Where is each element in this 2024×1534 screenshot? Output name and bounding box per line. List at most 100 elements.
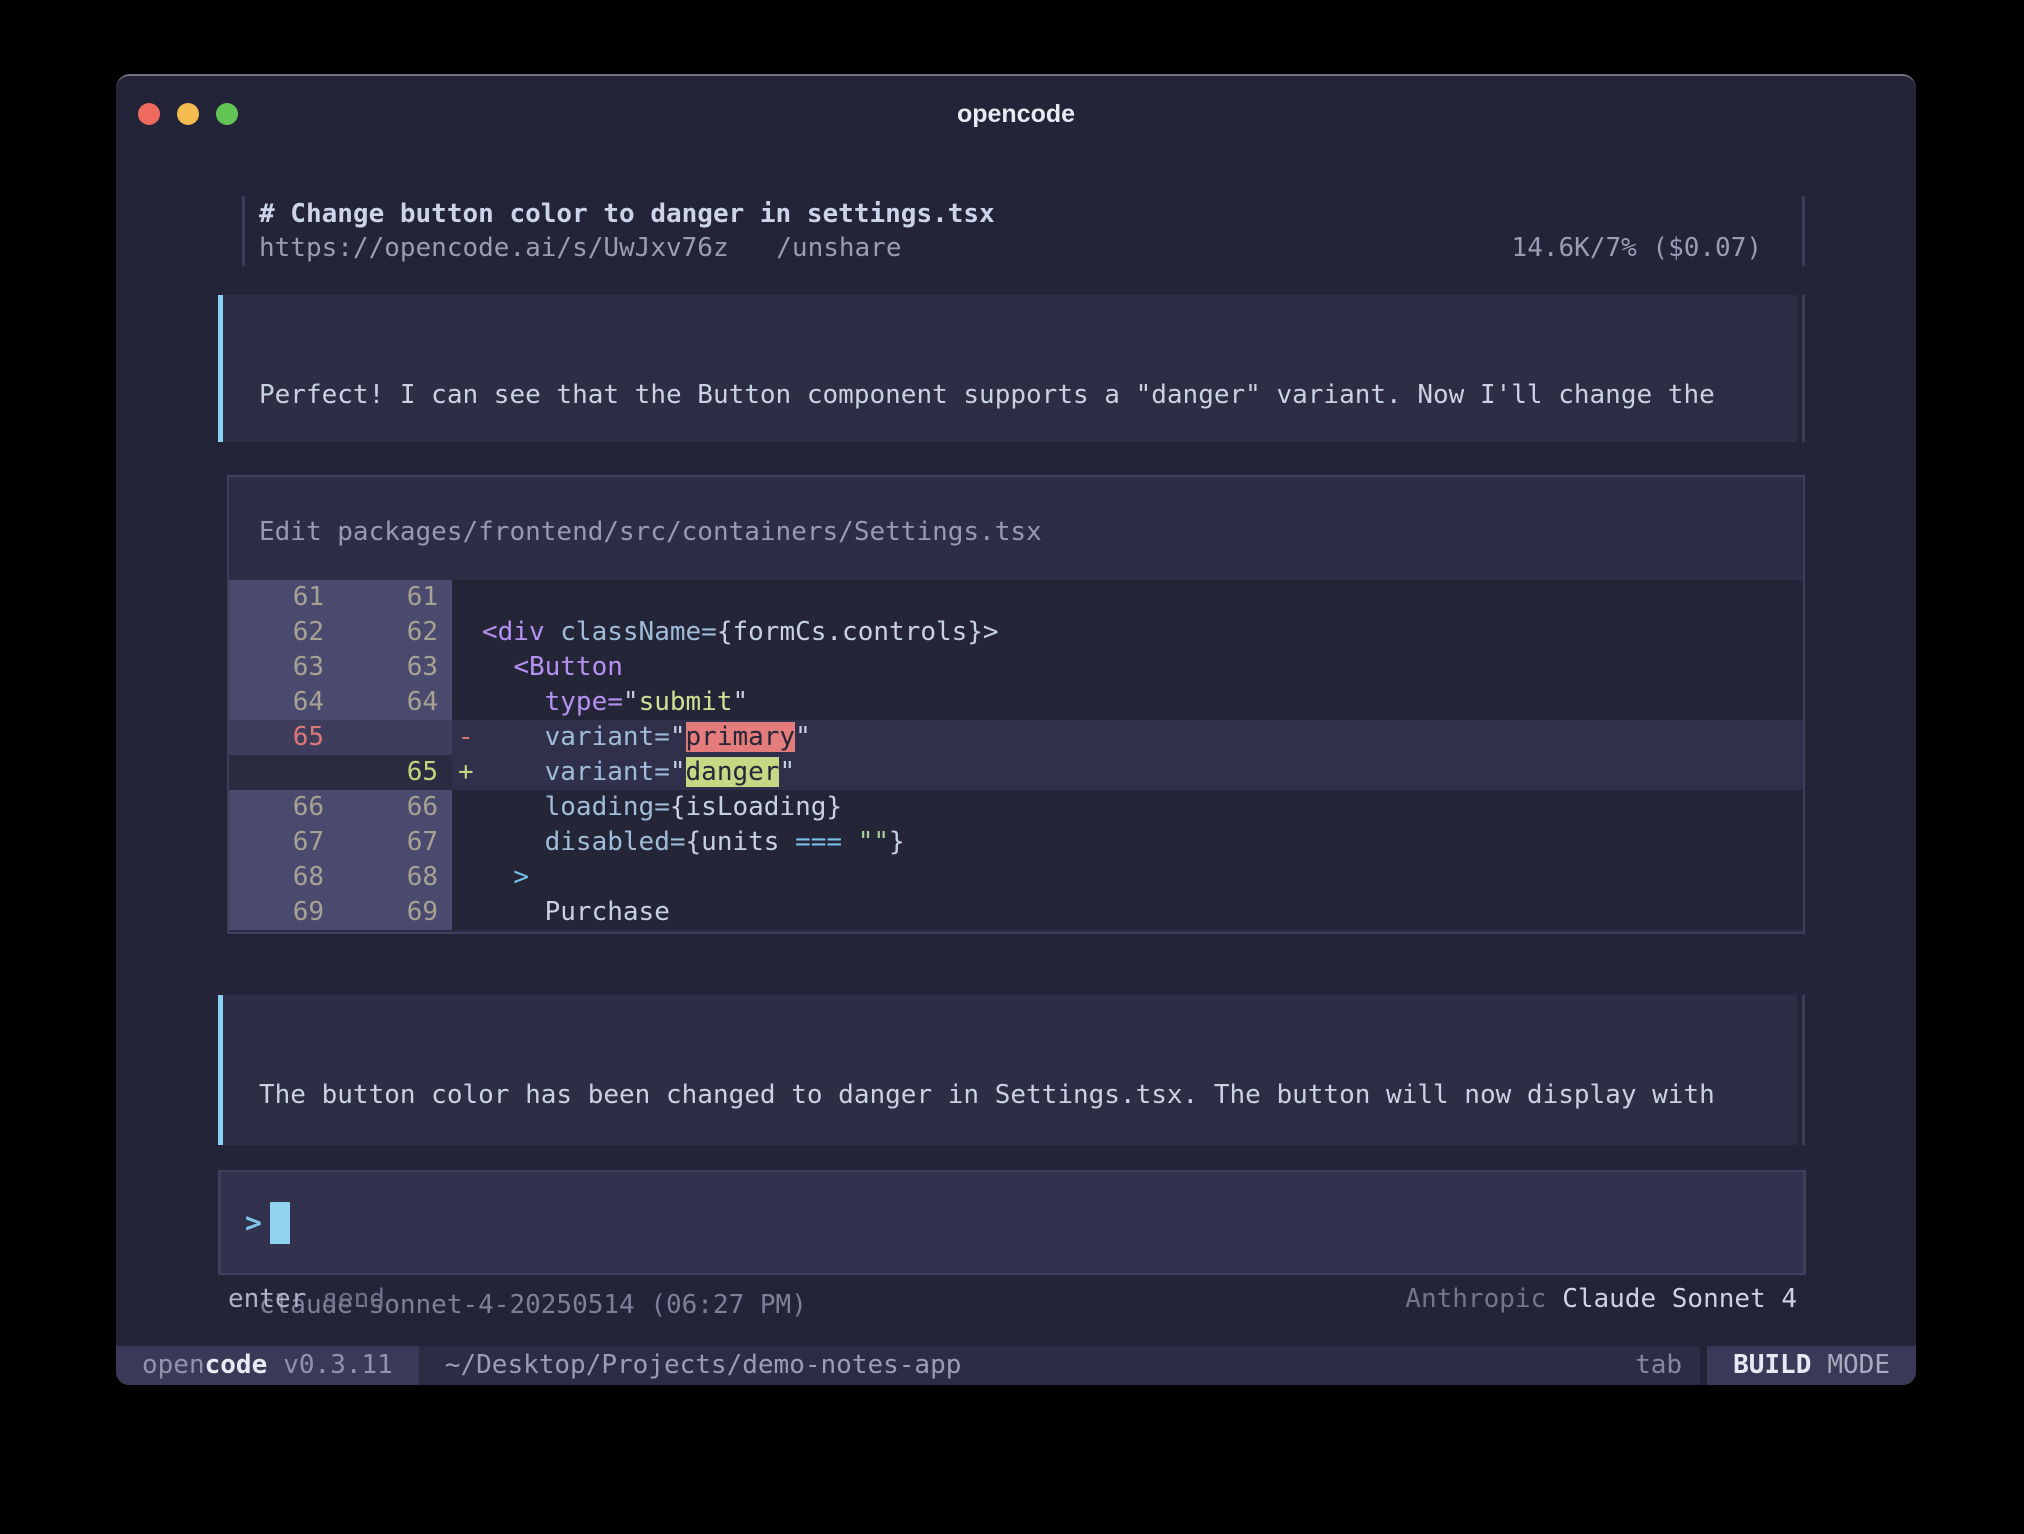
code-line: <Button <box>482 650 1803 685</box>
line-number-new: 66 <box>338 790 452 825</box>
diff-sign <box>452 580 482 615</box>
code-token: } <box>889 827 905 857</box>
diff: 61616262<div className={formCs.controls}… <box>229 580 1803 930</box>
code-token: " <box>779 757 795 787</box>
line-number-old <box>229 755 338 790</box>
diff-sign <box>452 825 482 860</box>
diff-row: 6363 <Button <box>229 650 1803 685</box>
diff-sign: - <box>452 720 482 755</box>
edit-tool-card: Edit packages/frontend/src/containers/Se… <box>227 475 1805 934</box>
diff-row: 6666 loading={isLoading} <box>229 790 1803 825</box>
code-token: primary <box>686 722 796 752</box>
line-number-new: 63 <box>338 650 452 685</box>
line-number-new: 64 <box>338 685 452 720</box>
app-version: v0.3.11 <box>283 1350 393 1380</box>
code-token <box>482 827 545 857</box>
code-token: type= <box>545 687 623 717</box>
line-number-new: 65 <box>338 755 452 790</box>
app-name-code: code <box>205 1350 268 1380</box>
model-name: Claude Sonnet 4 <box>1562 1284 1797 1314</box>
line-number-old: 61 <box>229 580 338 615</box>
code-token: variant= <box>545 722 670 752</box>
model-indicator: Anthropic Claude Sonnet 4 <box>1405 1282 1797 1316</box>
status-bar: opencodev0.3.11 ~/Desktop/Projects/demo-… <box>116 1346 1916 1385</box>
desktop-background: opencode # Change button color to danger… <box>0 0 2024 1534</box>
diff-row: 6767 disabled={units === ""} <box>229 825 1803 860</box>
assistant-message-2: The button color has been changed to dan… <box>218 995 1797 1145</box>
session-title: # Change button color to danger in setti… <box>259 197 1762 231</box>
diff-row: 65- variant="primary" <box>229 720 1803 755</box>
text-cursor <box>270 1202 290 1244</box>
tab-mode-hint[interactable]: tab <box>1635 1346 1682 1385</box>
code-line: variant="primary" <box>482 720 1803 755</box>
mode-label-primary: BUILD <box>1733 1350 1811 1380</box>
message-line: Perfect! I can see that the Button compo… <box>259 378 1797 413</box>
message-right-border <box>1802 995 1805 1145</box>
mode-segment: BUILDMODE <box>1707 1346 1916 1385</box>
edit-tool-title: Edit packages/frontend/src/containers/Se… <box>259 517 1803 547</box>
share-info: https://opencode.ai/s/UwJxv76z /unshare <box>259 231 902 265</box>
line-number-new: 69 <box>338 895 452 930</box>
code-token <box>842 827 858 857</box>
code-token: " <box>670 757 686 787</box>
hint-bar: enter send Anthropic Claude Sonnet 4 <box>228 1282 1797 1316</box>
app-version-segment: opencodev0.3.11 <box>116 1346 419 1385</box>
line-number-old: 69 <box>229 895 338 930</box>
diff-row: 6969 Purchase <box>229 895 1803 930</box>
line-number-old: 64 <box>229 685 338 720</box>
diff-sign <box>452 860 482 895</box>
code-line: variant="danger" <box>482 755 1803 790</box>
titlebar: opencode <box>116 76 1916 146</box>
enter-key-hint: enter <box>228 1284 306 1314</box>
line-number-old: 67 <box>229 825 338 860</box>
code-line: <div className={formCs.controls}> <box>482 615 1803 650</box>
code-token: {isLoading} <box>670 792 842 822</box>
code-token <box>482 652 513 682</box>
segment-separator <box>1700 1346 1707 1385</box>
message-right-border <box>1802 295 1805 442</box>
code-token: submit <box>639 687 733 717</box>
diff-row: 6464 type="submit" <box>229 685 1803 720</box>
code-token: Purchase <box>545 897 670 927</box>
code-token: === <box>795 827 842 857</box>
line-number-new: 68 <box>338 860 452 895</box>
diff-row: 6868 > <box>229 860 1803 895</box>
code-token: disabled= <box>545 827 686 857</box>
session-header: # Change button color to danger in setti… <box>242 196 1805 266</box>
code-token: loading= <box>545 792 670 822</box>
line-number-new <box>338 720 452 755</box>
code-line: disabled={units === ""} <box>482 825 1803 860</box>
send-action-hint: send <box>322 1284 385 1314</box>
diff-row: 6262<div className={formCs.controls}> <box>229 615 1803 650</box>
code-token: " <box>623 687 639 717</box>
line-number-old: 68 <box>229 860 338 895</box>
code-token: variant= <box>545 757 670 787</box>
diff-row: 6161 <box>229 580 1803 615</box>
code-token: "" <box>858 827 889 857</box>
code-token: {formCs.controls}> <box>717 617 999 647</box>
line-number-old: 66 <box>229 790 338 825</box>
line-number-new: 67 <box>338 825 452 860</box>
window-title: opencode <box>116 100 1916 129</box>
code-token <box>482 897 545 927</box>
code-token <box>482 687 545 717</box>
diff-sign <box>452 685 482 720</box>
code-token: " <box>795 722 811 752</box>
token-usage: 14.6K/7% ($0.07) <box>1512 231 1762 265</box>
diff-sign <box>452 650 482 685</box>
code-token <box>482 862 513 892</box>
prompt-input[interactable]: > <box>218 1170 1806 1275</box>
prompt-symbol: > <box>245 1206 262 1239</box>
model-provider: Anthropic <box>1405 1284 1546 1314</box>
share-url[interactable]: https://opencode.ai/s/UwJxv76z <box>259 233 729 263</box>
code-token: danger <box>686 757 780 787</box>
code-token: > <box>513 862 529 892</box>
code-line <box>482 580 1803 615</box>
code-token: <div <box>482 617 560 647</box>
line-number-new: 61 <box>338 580 452 615</box>
diff-sign: + <box>452 755 482 790</box>
unshare-command: /unshare <box>776 233 901 263</box>
code-token: <Button <box>513 652 623 682</box>
diff-row: 65+ variant="danger" <box>229 755 1803 790</box>
diff-sign <box>452 615 482 650</box>
